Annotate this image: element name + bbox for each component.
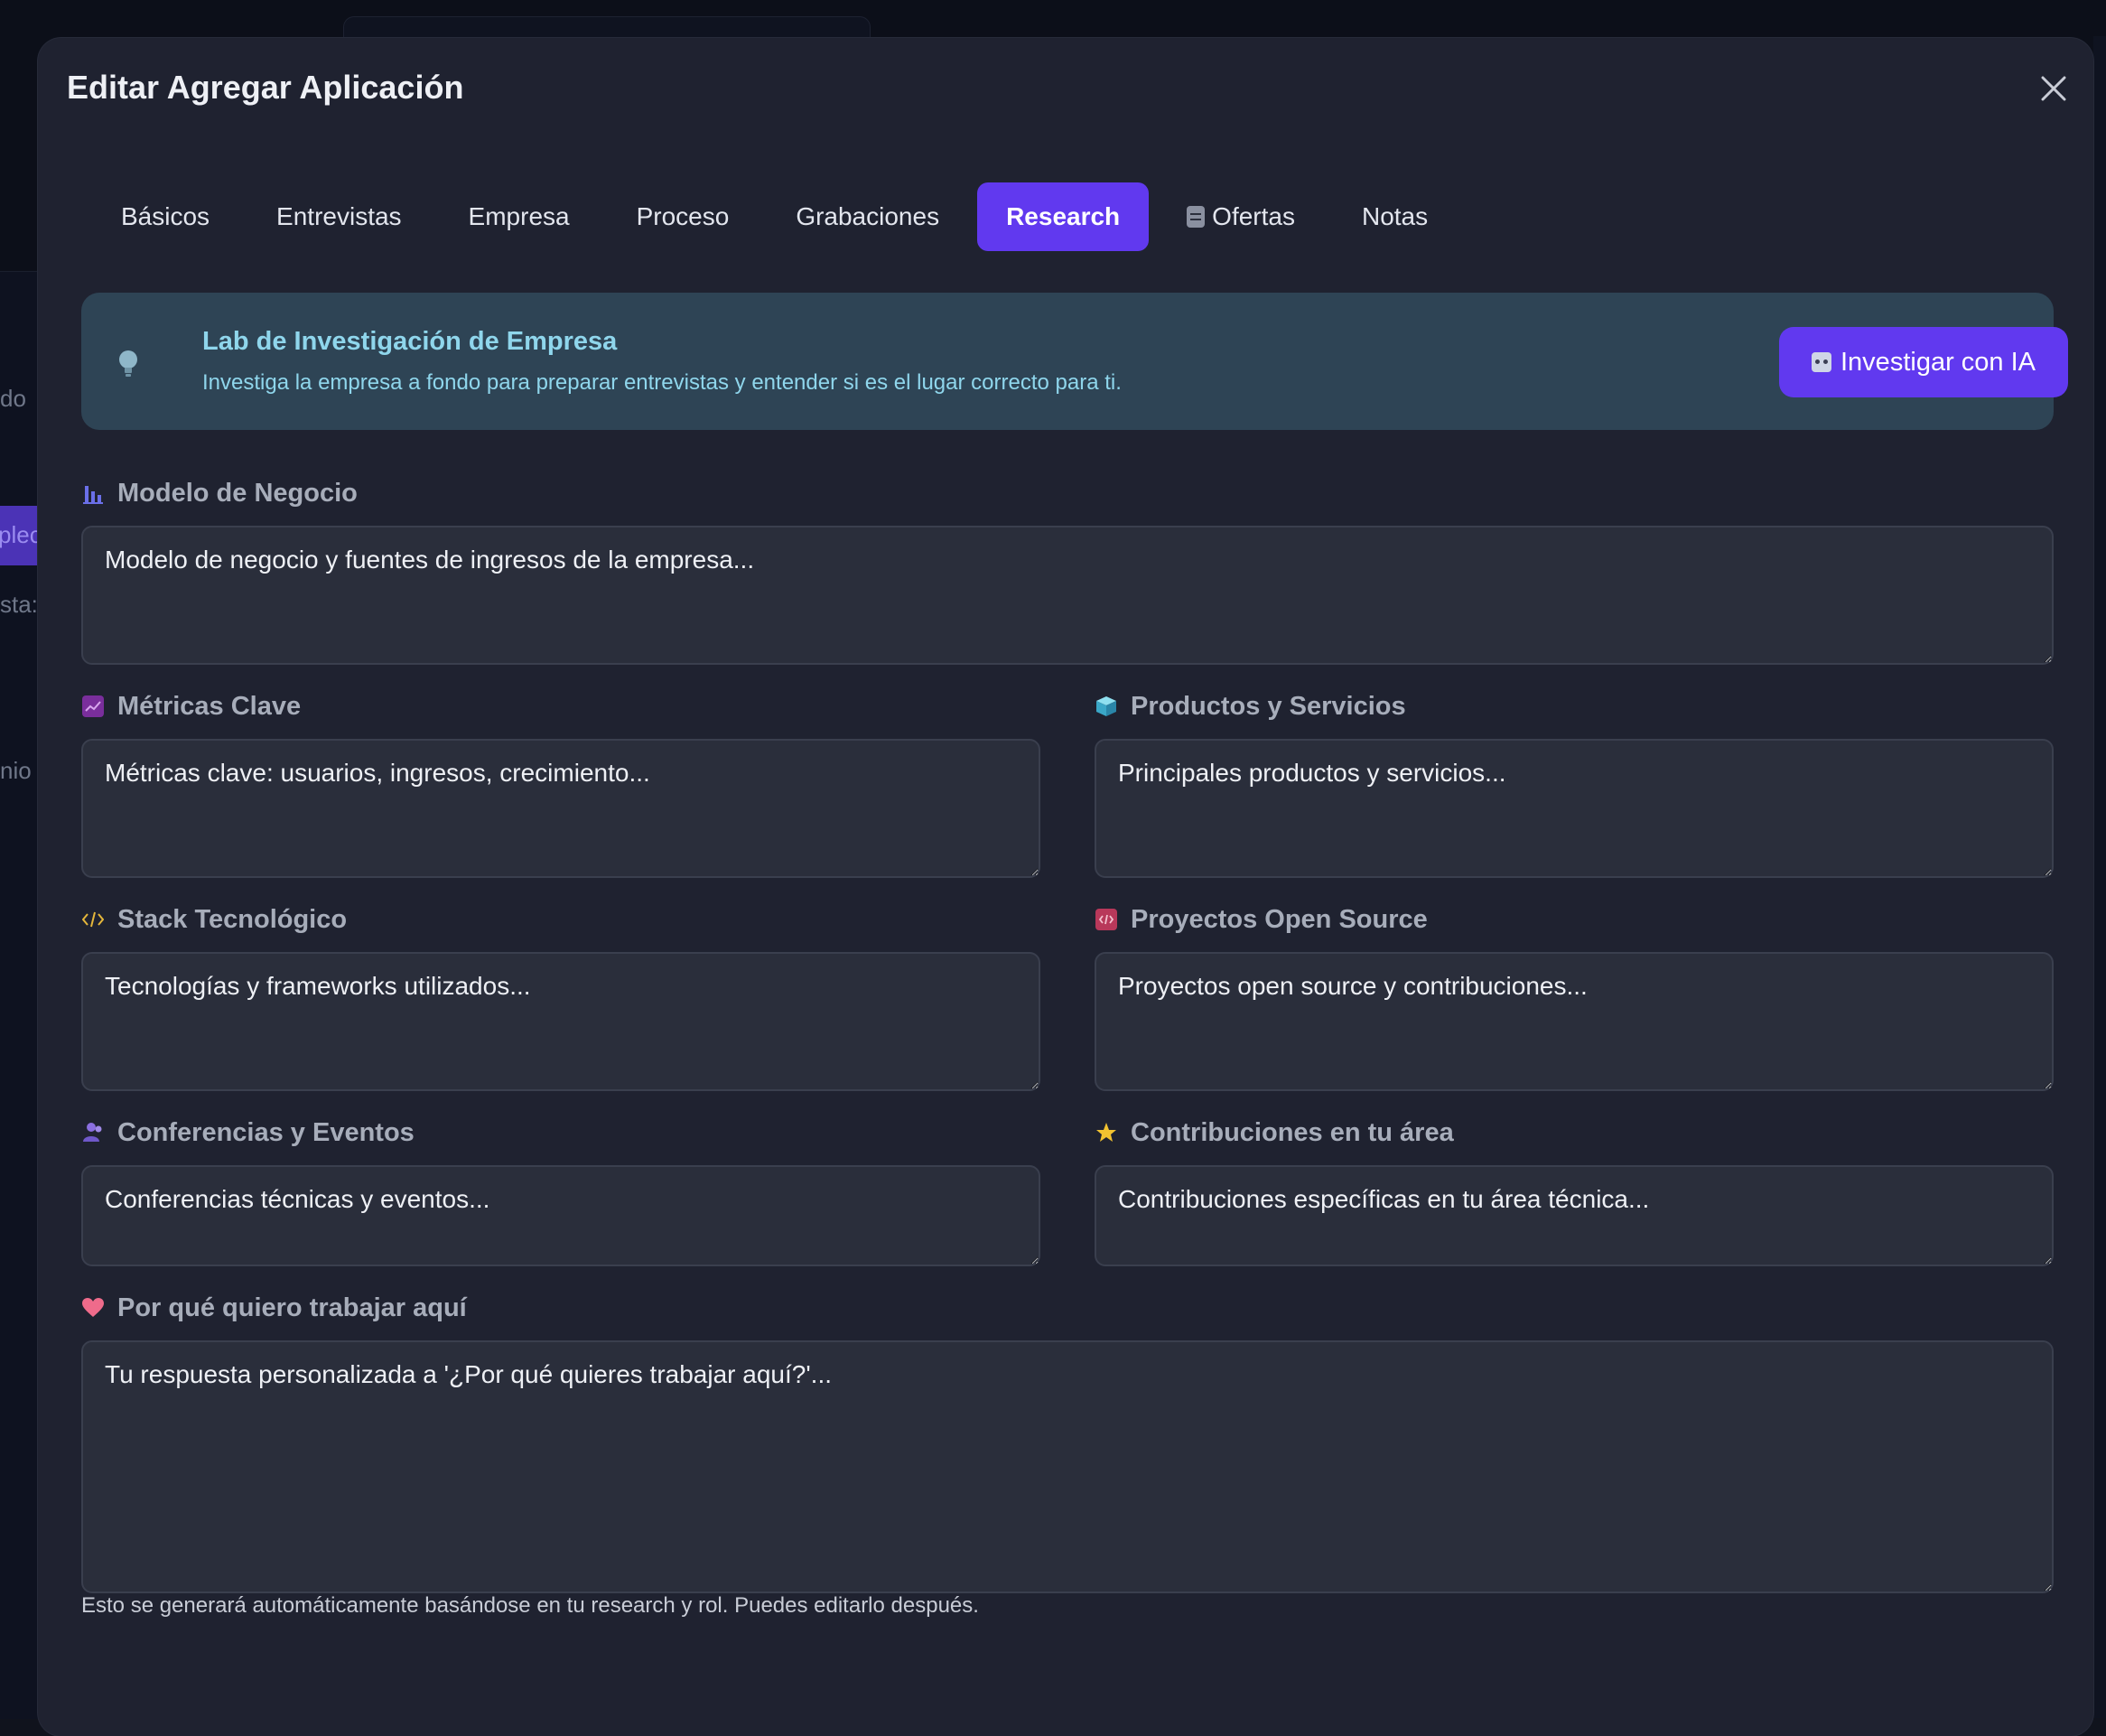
business-model-input[interactable]: [81, 526, 2054, 665]
star-icon: [1095, 1121, 1118, 1144]
lightbulb-icon: [119, 350, 137, 377]
tech-stack-input[interactable]: [81, 952, 1040, 1091]
bar-chart-icon: [81, 481, 105, 505]
contributions-label: Contribuciones en tu área: [1095, 1115, 2054, 1151]
background-sidebar-text: nio: [0, 757, 32, 784]
people-icon: [81, 1121, 105, 1144]
conferences-label: Conferencias y Eventos: [81, 1115, 1040, 1151]
modal-title: Editar Agregar Aplicación: [67, 69, 464, 106]
tech-stack-label: Stack Tecnológico: [81, 901, 1040, 938]
tab-notas[interactable]: Notas: [1333, 182, 1457, 251]
why-here-label: Por qué quiero trabajar aquí: [81, 1290, 2054, 1326]
tab-empresa[interactable]: Empresa: [440, 182, 599, 251]
open-source-label: Proyectos Open Source: [1095, 901, 2054, 938]
background-right-panel: [2093, 36, 2106, 1718]
background-sidebar-text: do: [0, 385, 26, 412]
robot-icon: [1812, 352, 1831, 372]
why-here-input[interactable]: [81, 1340, 2054, 1593]
document-icon: [1187, 206, 1206, 228]
trend-chart-icon: [81, 695, 105, 718]
tab-bar: Básicos Entrevistas Empresa Proceso Grab…: [92, 182, 1457, 251]
background-sidebar-text: sta:: [0, 591, 38, 618]
products-input[interactable]: [1095, 739, 2054, 878]
tab-entrevistas[interactable]: Entrevistas: [247, 182, 431, 251]
products-label: Productos y Servicios: [1095, 688, 2054, 724]
contributions-input[interactable]: [1095, 1165, 2054, 1266]
tab-proceso[interactable]: Proceso: [608, 182, 759, 251]
edit-application-modal: Editar Agregar Aplicación Básicos Entrev…: [38, 38, 2093, 1736]
key-metrics-field: Métricas Clave: [81, 688, 1040, 878]
conferences-field: Conferencias y Eventos: [81, 1115, 1040, 1266]
open-source-field: Proyectos Open Source: [1095, 901, 2054, 1091]
research-lab-banner: Lab de Investigación de Empresa Investig…: [81, 293, 2068, 430]
contributions-field: Contribuciones en tu área: [1095, 1115, 2054, 1266]
business-model-field: Modelo de Negocio: [81, 475, 2054, 665]
code-badge-icon: [1095, 908, 1118, 931]
business-model-label: Modelo de Negocio: [81, 475, 2054, 511]
key-metrics-label: Métricas Clave: [81, 688, 1040, 724]
why-here-field: Por qué quiero trabajar aquí: [81, 1290, 2054, 1593]
tab-ofertas-label: Ofertas: [1212, 202, 1295, 230]
tab-research[interactable]: Research: [977, 182, 1150, 251]
products-field: Productos y Servicios: [1095, 688, 2054, 878]
tech-stack-field: Stack Tecnológico: [81, 901, 1040, 1091]
conferences-input[interactable]: [81, 1165, 1040, 1266]
close-icon: [2041, 76, 2066, 101]
code-icon: [81, 908, 105, 931]
research-with-ai-button[interactable]: Investigar con IA: [1779, 327, 2068, 397]
background-sidebar-selected: plec: [0, 506, 42, 565]
tab-grabaciones[interactable]: Grabaciones: [767, 182, 968, 251]
heart-icon: [81, 1296, 105, 1320]
close-button[interactable]: [2034, 69, 2073, 108]
background-sidebar: [0, 271, 38, 1719]
cube-icon: [1095, 695, 1118, 718]
key-metrics-input[interactable]: [81, 739, 1040, 878]
banner-description: Investiga la empresa a fondo para prepar…: [202, 370, 1122, 395]
open-source-input[interactable]: [1095, 952, 2054, 1091]
banner-title: Lab de Investigación de Empresa: [202, 327, 618, 356]
tab-basicos[interactable]: Básicos: [92, 182, 238, 251]
why-here-help-text: Esto se generará automáticamente basándo…: [81, 1593, 979, 1618]
tab-ofertas[interactable]: Ofertas: [1158, 182, 1324, 251]
research-with-ai-label: Investigar con IA: [1840, 347, 2036, 377]
